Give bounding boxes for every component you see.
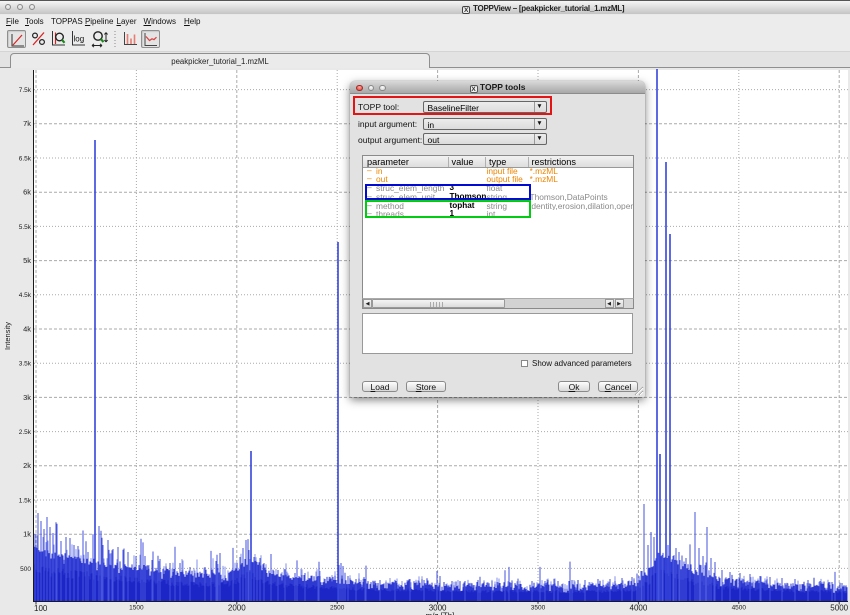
- svg-text:3.5k: 3.5k: [19, 361, 32, 368]
- svg-text:500: 500: [20, 566, 31, 573]
- svg-text:7k: 7k: [23, 119, 31, 128]
- svg-text:1.5k: 1.5k: [19, 497, 32, 504]
- svg-text:5k: 5k: [23, 256, 31, 265]
- svg-text:6.5k: 6.5k: [19, 155, 32, 162]
- svg-text:6k: 6k: [23, 188, 31, 197]
- svg-text:100: 100: [34, 604, 48, 613]
- svg-text:1k: 1k: [23, 530, 31, 539]
- svg-text:2000: 2000: [228, 604, 246, 613]
- svg-text:1500: 1500: [129, 605, 144, 612]
- svg-text:4.5k: 4.5k: [19, 292, 32, 299]
- svg-text:m/z [Th]: m/z [Th]: [426, 612, 455, 615]
- svg-text:3k: 3k: [23, 393, 31, 402]
- svg-text:2.5k: 2.5k: [19, 429, 32, 436]
- svg-text:5000: 5000: [830, 604, 848, 613]
- svg-text:4k: 4k: [23, 324, 31, 333]
- svg-text:2k: 2k: [23, 461, 31, 470]
- svg-text:4000: 4000: [630, 604, 648, 613]
- svg-text:Intensity: Intensity: [3, 322, 12, 350]
- svg-text:4500: 4500: [732, 605, 747, 612]
- svg-text:2500: 2500: [330, 605, 345, 612]
- svg-text:3500: 3500: [531, 605, 546, 612]
- svg-text:5.5k: 5.5k: [19, 224, 32, 231]
- svg-text:log: log: [74, 35, 85, 44]
- svg-text:7.5k: 7.5k: [19, 87, 32, 94]
